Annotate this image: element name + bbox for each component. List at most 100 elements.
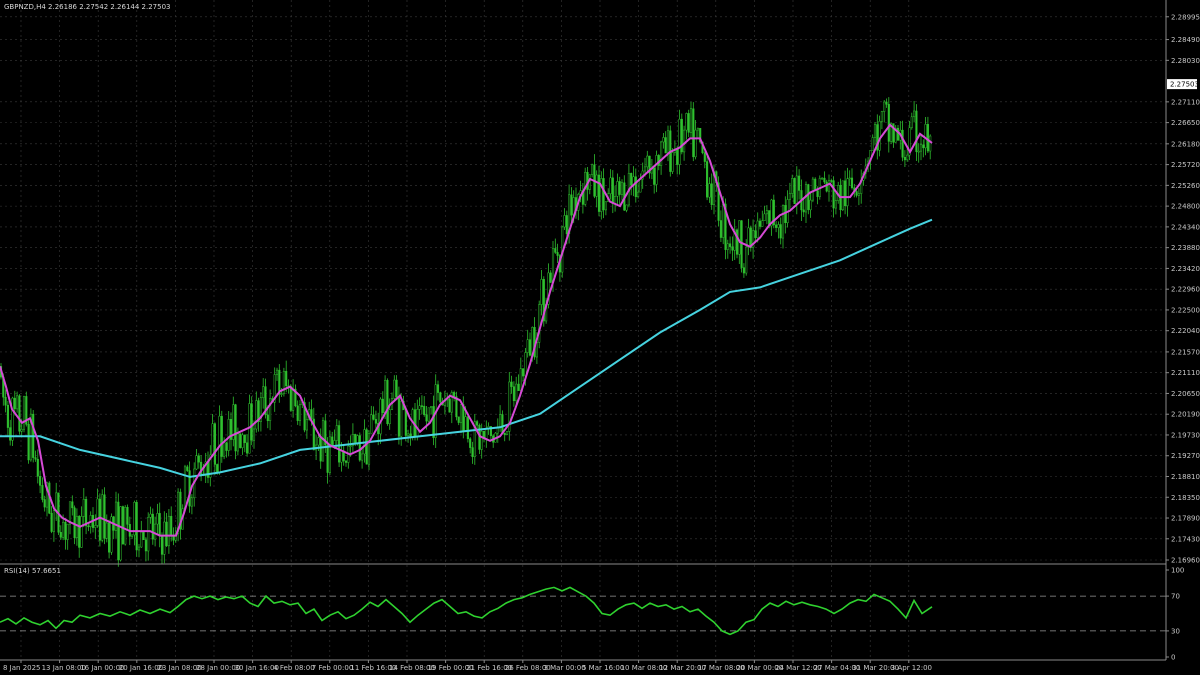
candle-body <box>457 416 460 423</box>
candle-body <box>885 101 888 105</box>
candle-body <box>11 397 14 441</box>
candle-body <box>9 427 12 441</box>
candle-body <box>595 174 598 197</box>
price-tick-label: 2.26650 <box>1171 119 1200 127</box>
candle-body <box>80 516 83 548</box>
candle-body <box>453 392 456 397</box>
candle-body <box>880 111 883 122</box>
candle-body <box>781 205 785 239</box>
candle-body <box>591 164 594 176</box>
price-tick-label: 2.18350 <box>1171 494 1200 502</box>
candle-body <box>660 141 663 166</box>
candle-body <box>252 428 256 441</box>
time-tick-label: 5 Mar 16:00 <box>582 664 624 672</box>
candle-body <box>779 224 782 239</box>
candle-body <box>55 492 58 511</box>
candle-body <box>340 450 343 463</box>
rsi-tick-label: 100 <box>1171 567 1184 575</box>
candle-body <box>643 166 647 172</box>
candle-body <box>476 421 479 426</box>
candle-body <box>416 409 419 437</box>
candle-body <box>469 438 472 448</box>
candle-body <box>124 507 127 545</box>
candle-body <box>275 369 279 375</box>
candle-body <box>841 180 844 211</box>
candle-body <box>126 507 129 525</box>
candle-body <box>625 204 628 211</box>
candle-body <box>903 157 906 161</box>
rsi-header: RSI(14) 57.6651 <box>4 567 61 575</box>
candle-body <box>71 501 74 509</box>
price-tick-label: 2.16960 <box>1171 557 1200 565</box>
candle-body <box>321 420 325 462</box>
rsi-tick-label: 70 <box>1171 593 1180 601</box>
candle-body <box>407 433 410 436</box>
candle-body <box>637 191 640 198</box>
candle-body <box>319 437 322 462</box>
candle-body <box>538 304 541 343</box>
candle-body <box>687 113 690 133</box>
candle-body <box>554 248 557 253</box>
candle-body <box>655 155 658 185</box>
rsi-tick-label: 0 <box>1171 654 1175 662</box>
candle-body <box>147 517 150 552</box>
candle-body <box>170 515 173 536</box>
candle-body <box>703 152 706 162</box>
candle-body <box>832 180 835 209</box>
candle-body <box>738 220 741 255</box>
candle-body <box>183 466 187 510</box>
candle-body <box>754 230 757 239</box>
candle-body <box>609 177 612 194</box>
candle-body <box>266 414 269 421</box>
candle-body <box>526 339 529 353</box>
candle-body <box>653 167 656 185</box>
candle-body <box>696 128 699 131</box>
candle-body <box>611 177 614 204</box>
price-tick-label: 2.23420 <box>1171 265 1200 273</box>
candle-body <box>310 409 313 420</box>
price-tick-label: 2.25720 <box>1171 161 1200 169</box>
candle-body <box>227 419 230 451</box>
candle-body <box>39 476 42 486</box>
candle-body <box>756 220 759 239</box>
candle-body <box>328 436 331 473</box>
candle-body <box>816 190 819 197</box>
candle-body <box>131 534 134 537</box>
candle-body <box>386 380 389 424</box>
candle-body <box>331 436 334 446</box>
candle-body <box>381 398 384 413</box>
candle-body <box>372 414 375 420</box>
candle-body <box>857 193 860 196</box>
candle-body <box>370 414 373 434</box>
candle-body <box>13 397 16 410</box>
candle-body <box>747 227 750 248</box>
candle-body <box>269 398 272 421</box>
candle-body <box>726 243 729 250</box>
candle-body <box>135 502 138 551</box>
candle-body <box>929 135 932 152</box>
candle-body <box>354 434 357 444</box>
candle-body <box>906 154 909 161</box>
candle-body <box>18 395 21 432</box>
price-tick-label: 2.24800 <box>1171 203 1200 211</box>
candle-body <box>66 523 69 540</box>
candle-body <box>528 339 532 356</box>
candle-body <box>388 409 391 424</box>
candle-body <box>384 380 387 413</box>
candle-body <box>563 215 566 228</box>
candle-body <box>427 407 430 422</box>
candle-body <box>305 419 308 431</box>
candle-body <box>485 428 488 439</box>
candle-body <box>604 201 607 211</box>
candle-body <box>250 403 253 441</box>
price-tick-label: 2.17430 <box>1171 535 1200 543</box>
candle-body <box>873 124 877 138</box>
candle-body <box>103 494 106 539</box>
price-chart[interactable]: 2.28995 2.28490 2.28030 2.27503 2.27110 2.266… <box>0 0 1200 675</box>
candle-body <box>158 513 161 537</box>
candle-body <box>671 152 674 172</box>
candle-body <box>338 425 341 463</box>
candle-body <box>349 445 352 447</box>
candle-body <box>846 178 849 207</box>
price-tick-label: 2.27110 <box>1171 98 1200 106</box>
